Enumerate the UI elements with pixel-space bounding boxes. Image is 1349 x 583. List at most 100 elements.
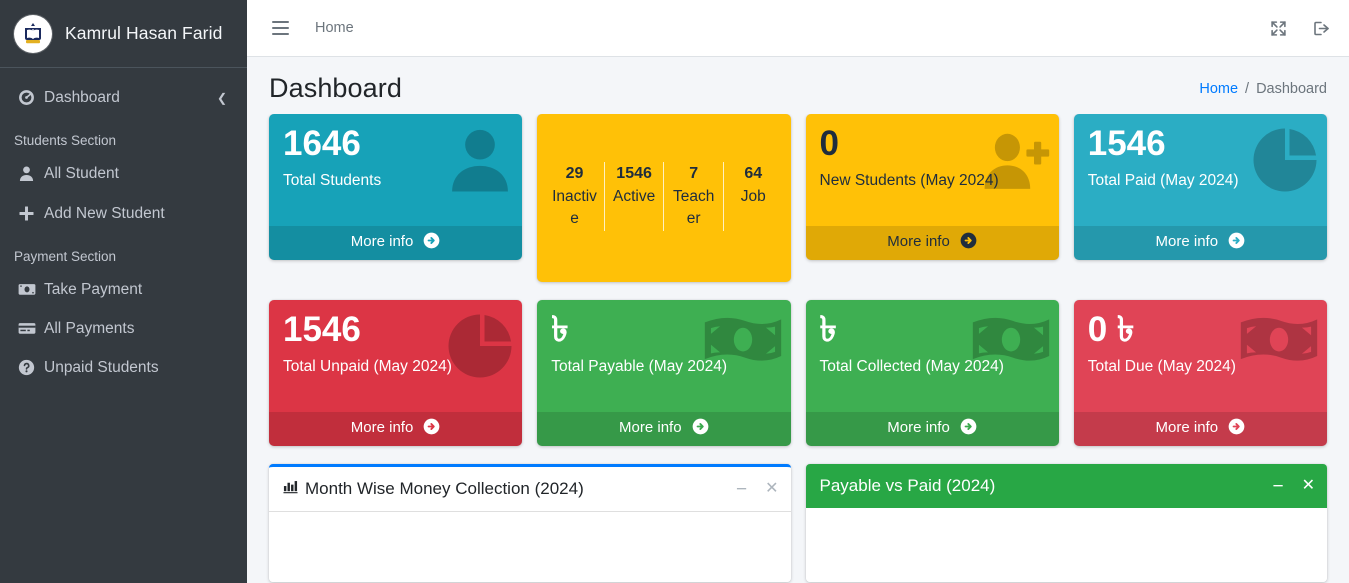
app-root: Kamrul Hasan Farid Dashboard ❮ Students … (0, 0, 1349, 583)
school-crest-logo-icon (14, 14, 52, 53)
stats-row-2: 1546 Total Unpaid (May 2024) More info ৳… (269, 300, 1327, 446)
credit-card-icon (18, 320, 44, 337)
more-info-link[interactable]: More info (1073, 412, 1327, 446)
panel-body-chart-area (269, 512, 791, 582)
money-bill-icon (18, 281, 44, 298)
more-info-link[interactable]: More info (537, 412, 791, 446)
stat-value: 0 ৳ (1087, 310, 1135, 349)
more-info-label: More info (350, 419, 414, 436)
expand-arrows-icon[interactable] (1270, 20, 1287, 37)
sidebar-item-take-payment[interactable]: Take Payment (4, 270, 243, 309)
stat-card-new-students: 0 New Students (May 2024) More info (805, 114, 1059, 260)
stat-label: Total Due (May 2024) (1087, 357, 1236, 375)
stat-label: New Students (May 2024) (819, 171, 999, 189)
stat-label: Total Students (283, 171, 382, 189)
chevron-left-icon: ❮ (216, 90, 227, 105)
arrow-circle-right-icon (692, 418, 709, 439)
more-info-label: More info (1155, 233, 1219, 250)
stats-row-1: 1646 Total Students More info 29 Inactiv… (269, 114, 1327, 282)
navbar-home-link[interactable]: Home (315, 20, 354, 36)
hamburger-icon[interactable] (263, 11, 297, 45)
stat-card-description-blocks: 29 Inactive 1546 Active 7 Teacher 64 Job (537, 114, 791, 282)
breadcrumb: Home / Dashboard (1199, 81, 1327, 97)
stat-card-description-blocks-col: 29 Inactive 1546 Active 7 Teacher 64 Job (537, 114, 791, 282)
sign-out-icon[interactable] (1313, 20, 1331, 37)
stat-card-total-students-col: 1646 Total Students More info (269, 114, 523, 282)
sidebar-nav: Dashboard ❮ Students Section All Student (0, 68, 247, 388)
sidebar-item-label: All Student (44, 165, 119, 183)
sidebar-item-all-student[interactable]: All Student (4, 154, 243, 193)
panel-header: Payable vs Paid (2024) − ✕ (805, 464, 1327, 508)
question-circle-icon (18, 359, 44, 376)
user-icon (18, 165, 44, 182)
stat-value: 0 (819, 124, 839, 163)
sidebar-item-label: Dashboard (44, 89, 120, 106)
sidebar-item-label: Take Payment (44, 280, 143, 298)
stat-label: Total Unpaid (May 2024) (283, 357, 452, 375)
stat-card-inner: 0 ৳ Total Due (May 2024) (1074, 300, 1327, 412)
arrow-circle-right-icon (1228, 232, 1245, 253)
stat-card-total-due-col: 0 ৳ Total Due (May 2024) More info (1073, 300, 1327, 446)
navbar-right (1270, 20, 1331, 37)
sidebar-item-add-new-student[interactable]: Add New Student (4, 194, 243, 233)
more-info-link[interactable]: More info (1073, 226, 1327, 260)
sidebar-item-all-payments[interactable]: All Payments (4, 309, 243, 348)
description-block-text: Active (612, 188, 656, 205)
stat-card-total-collected: ৳ Total Collected (May 2024) More info (805, 300, 1059, 446)
close-icon[interactable]: ✕ (765, 481, 778, 497)
sidebar: Kamrul Hasan Farid Dashboard ❮ Students … (0, 0, 247, 583)
stat-card-inner: 0 New Students (May 2024) (806, 114, 1059, 226)
main-area: Home Dashboard Home / Dashboard 1646 Tot… (247, 0, 1349, 583)
panel-payable-vs-paid-col: Payable vs Paid (2024) − ✕ (805, 464, 1327, 582)
page-title: Dashboard (269, 73, 402, 103)
more-info-link[interactable]: More info (805, 226, 1059, 260)
arrow-circle-right-icon (960, 232, 977, 253)
stat-card-total-unpaid: 1546 Total Unpaid (May 2024) More info (269, 300, 523, 446)
panel-body-chart-area (805, 508, 1327, 582)
description-block-job: 64 Job (724, 162, 783, 231)
panel-title-group: Payable vs Paid (2024) (820, 476, 996, 496)
minimize-icon[interactable]: − (1272, 477, 1283, 496)
sidebar-item-dashboard[interactable]: Dashboard ❮ (4, 78, 243, 117)
sidebar-item-label: Unpaid Students (44, 359, 159, 377)
stat-card-inner: 1546 Total Unpaid (May 2024) (269, 300, 522, 412)
description-block-inactive: 29 Inactive (545, 162, 605, 231)
minimize-icon[interactable]: − (736, 480, 747, 499)
sidebar-item-label: Add New Student (44, 204, 165, 222)
description-block-active: 1546 Active (605, 162, 665, 231)
panel-header: Month Wise Money Collection (2024) − ✕ (269, 467, 791, 512)
breadcrumb-home-link[interactable]: Home (1199, 81, 1238, 97)
sidebar-item-unpaid-students[interactable]: Unpaid Students (4, 348, 243, 387)
more-info-link[interactable]: More info (269, 412, 523, 446)
description-block-row: 29 Inactive 1546 Active 7 Teacher 64 Job (545, 162, 782, 231)
stat-card-total-due: 0 ৳ Total Due (May 2024) More info (1073, 300, 1327, 446)
stat-value: 1546 (1087, 124, 1166, 163)
more-info-label: More info (619, 419, 682, 436)
navbar-left: Home (263, 11, 354, 45)
more-info-link[interactable]: More info (269, 226, 523, 260)
description-block-number: 64 (744, 165, 763, 182)
arrow-circle-right-icon (423, 232, 440, 253)
breadcrumb-separator: / (1245, 80, 1250, 97)
stat-card-total-students: 1646 Total Students More info (269, 114, 523, 260)
top-navbar: Home (247, 0, 1349, 57)
close-icon[interactable]: ✕ (1302, 478, 1315, 494)
more-info-link[interactable]: More info (805, 412, 1059, 446)
stat-card-new-students-col: 0 New Students (May 2024) More info (805, 114, 1059, 282)
description-block-text: Inactive (552, 188, 597, 228)
stat-card-total-collected-col: ৳ Total Collected (May 2024) More info (805, 300, 1059, 446)
stat-card-inner: 1646 Total Students (269, 114, 522, 226)
stat-card-inner: ৳ Total Collected (May 2024) (806, 300, 1059, 412)
panel-title-group: Month Wise Money Collection (2024) (283, 479, 584, 499)
sidebar-item-label: All Payments (44, 320, 135, 337)
breadcrumb-current: Dashboard (1256, 80, 1327, 97)
panel-month-wise-money-collection: Month Wise Money Collection (2024) − ✕ (269, 464, 791, 582)
bar-chart-icon (283, 479, 298, 499)
stat-label: Total Paid (May 2024) (1087, 171, 1239, 189)
more-info-label: More info (887, 419, 950, 436)
stat-card-total-paid-col: 1546 Total Paid (May 2024) More info (1073, 114, 1327, 282)
sidebar-brand[interactable]: Kamrul Hasan Farid (0, 0, 247, 68)
sidebar-header-students: Students Section (14, 133, 117, 149)
description-block-text: Job (740, 188, 766, 205)
description-block-text: Teacher (672, 188, 715, 228)
